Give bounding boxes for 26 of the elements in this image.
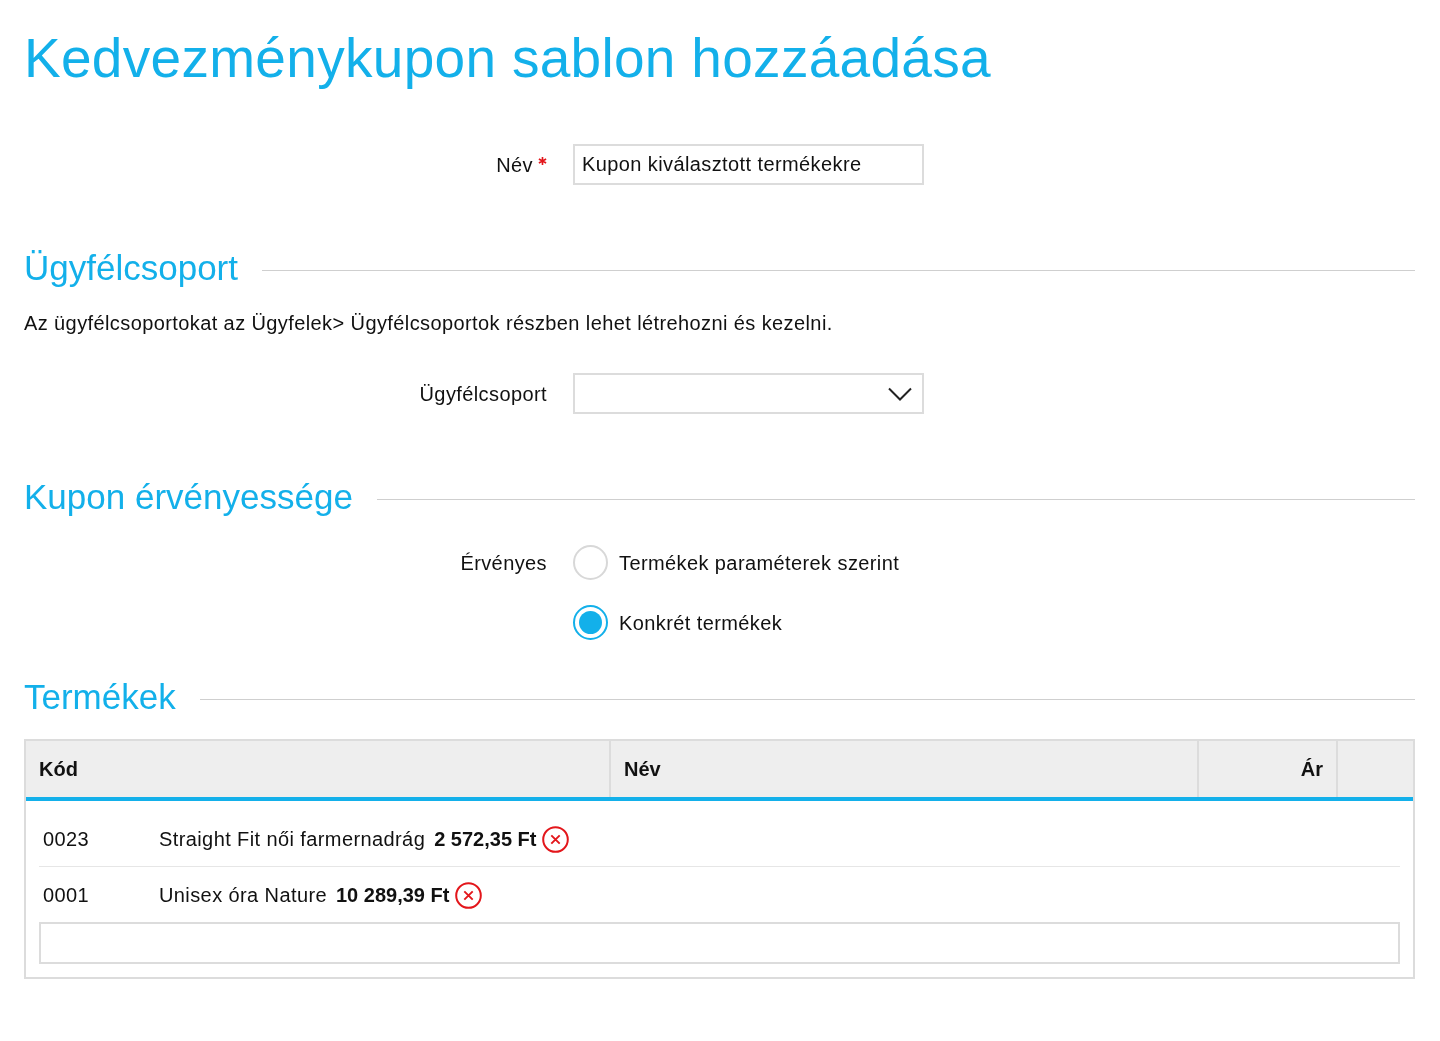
field-label: Név <box>496 153 533 176</box>
product-code: 0001 <box>43 883 91 907</box>
name-input[interactable]: Kupon kiválasztott termékekre <box>573 144 924 185</box>
product-name: Straight Fit női farmernadrág <box>159 828 426 851</box>
circle-x-icon[interactable] <box>542 826 570 853</box>
field-label: Érvényes <box>460 551 547 574</box>
radio-button[interactable] <box>573 545 608 580</box>
product-price: 2 572,35 Ft <box>434 828 537 851</box>
column-header: Név <box>611 741 1199 797</box>
column-header: Ár <box>1199 741 1338 797</box>
product-input-field[interactable] <box>39 922 1400 964</box>
product-code: 0023 <box>43 828 91 851</box>
radio-label[interactable]: Termékek paraméterek szerint <box>619 551 900 574</box>
section-heading: Ügyfélcsoport <box>24 248 238 288</box>
circle-x-icon[interactable] <box>455 881 483 909</box>
chevron-down-icon <box>888 386 912 401</box>
product-name: Unisex óra Nature <box>159 883 327 907</box>
field-label: Ügyfélcsoport <box>419 382 547 405</box>
section-heading: Termékek <box>24 677 176 717</box>
select-field[interactable] <box>573 373 924 414</box>
section-heading: Kupon érvényessége <box>24 477 353 517</box>
radio-label[interactable]: Konkrét termékek <box>619 611 783 634</box>
column-header: Kód <box>26 741 611 797</box>
info-text: Az ügyfélcsoportokat az Ügyfelek> Ügyfélcsoportok részben lehet létrehozni és kezelni. <box>24 312 834 334</box>
radio-button[interactable] <box>573 605 608 640</box>
product-price: 10 289,39 Ft <box>336 883 450 907</box>
